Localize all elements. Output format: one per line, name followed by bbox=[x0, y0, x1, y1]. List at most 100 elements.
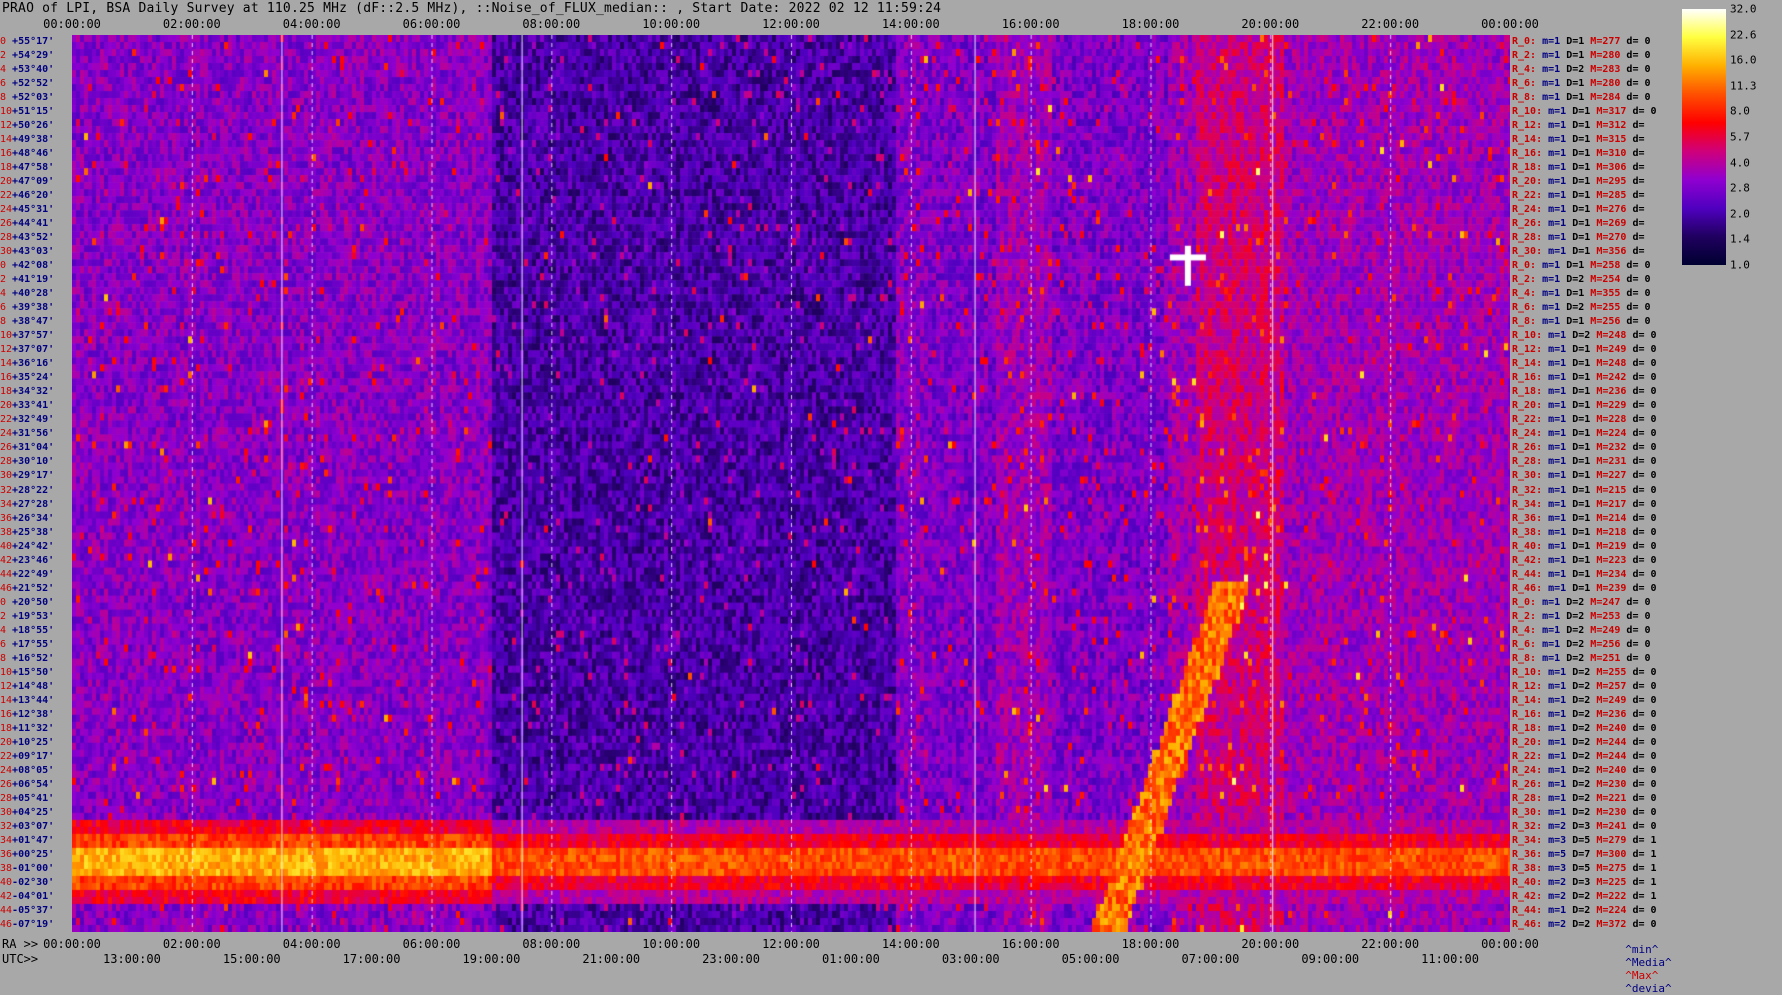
dec-row-label: 10+15°50' bbox=[0, 666, 54, 680]
row-median: D=2 bbox=[1566, 610, 1591, 622]
row-max: M=280 bbox=[1590, 50, 1627, 62]
dec-row-label: 8 +16°52' bbox=[0, 652, 54, 666]
dec-row-label: 4 +18°55' bbox=[0, 624, 54, 638]
heatmap-plot[interactable] bbox=[72, 35, 1510, 932]
beam-index: 20 bbox=[0, 736, 13, 748]
row-stat: R_6: m=1 D=2 M=256 d= 0 bbox=[1512, 638, 1651, 652]
declination: -01°00' bbox=[12, 862, 55, 874]
row-name: R_6: bbox=[1512, 638, 1543, 650]
top-time-axis: 00:00:00 02:00:00 04:00:00 06:00:00 08:00:00… bbox=[0, 17, 1782, 31]
dec-row-label: 4 +53°40' bbox=[0, 63, 54, 77]
beam-index: 44 bbox=[0, 568, 13, 580]
row-min: m=1 bbox=[1548, 540, 1573, 552]
declination: +54°29' bbox=[12, 50, 55, 62]
declination: +43°52' bbox=[12, 232, 55, 244]
beam-index: 12 bbox=[0, 680, 13, 692]
row-min: m=3 bbox=[1548, 834, 1573, 846]
row-stat: R_14: m=1 D=2 M=249 d= 0 bbox=[1512, 694, 1657, 708]
declination: +49°38' bbox=[12, 134, 55, 146]
heatmap-canvas[interactable] bbox=[72, 35, 1510, 932]
row-name: R_44: bbox=[1512, 904, 1549, 916]
beam-index: 2 bbox=[0, 610, 13, 622]
row-dev: d= bbox=[1632, 246, 1645, 258]
row-min: m=1 bbox=[1548, 330, 1573, 342]
row-dev: d= 0 bbox=[1632, 764, 1657, 776]
beam-index: 18 bbox=[0, 722, 13, 734]
row-min: m=1 bbox=[1542, 638, 1567, 650]
declination: +44°41' bbox=[12, 218, 55, 230]
dec-row-label: 26+06°54' bbox=[0, 778, 54, 792]
row-median: D=1 bbox=[1566, 288, 1591, 300]
row-median: D=2 bbox=[1572, 736, 1597, 748]
row-name: R_44: bbox=[1512, 568, 1549, 580]
row-dev: d= bbox=[1632, 134, 1645, 146]
beam-index: 6 bbox=[0, 78, 13, 90]
row-min: m=3 bbox=[1548, 862, 1573, 874]
row-median: D=1 bbox=[1572, 190, 1597, 202]
row-max: M=317 bbox=[1596, 106, 1633, 118]
row-dev: d= 1 bbox=[1632, 834, 1657, 846]
row-min: m=2 bbox=[1548, 820, 1573, 832]
row-median: D=2 bbox=[1566, 638, 1591, 650]
declination: +40°28' bbox=[12, 288, 55, 300]
row-name: R_14: bbox=[1512, 358, 1549, 370]
row-stat: R_4: m=1 D=2 M=283 d= 0 bbox=[1512, 63, 1651, 77]
beam-index: 44 bbox=[0, 904, 13, 916]
row-name: R_36: bbox=[1512, 512, 1549, 524]
row-median: D=1 bbox=[1572, 162, 1597, 174]
row-min: m=1 bbox=[1548, 344, 1573, 356]
row-min: m=1 bbox=[1542, 596, 1567, 608]
row-dev: d= 0 bbox=[1626, 78, 1651, 90]
row-stat: R_12: m=1 D=2 M=257 d= 0 bbox=[1512, 680, 1657, 694]
row-max: M=230 bbox=[1596, 778, 1633, 790]
row-median: D=2 bbox=[1572, 680, 1597, 692]
row-max: M=241 bbox=[1596, 820, 1633, 832]
beam-index: 12 bbox=[0, 120, 13, 132]
row-max: M=310 bbox=[1596, 148, 1633, 160]
declination: +39°38' bbox=[12, 302, 55, 314]
footer-max: ^Max^ bbox=[1625, 969, 1659, 982]
row-min: m=1 bbox=[1548, 176, 1573, 188]
colorbar-tick: 4.0 bbox=[1730, 156, 1750, 170]
declination: +27°28' bbox=[12, 498, 55, 510]
row-stat: R_22: m=1 D=2 M=244 d= 0 bbox=[1512, 750, 1657, 764]
row-dev: d= 0 bbox=[1626, 50, 1651, 62]
ra-tick: 12:00:00 bbox=[762, 937, 820, 951]
declination: -04°01' bbox=[12, 890, 55, 902]
row-dev: d= 0 bbox=[1632, 918, 1657, 930]
row-min: m=1 bbox=[1542, 610, 1567, 622]
declination: +53°40' bbox=[12, 64, 55, 76]
row-stats-labels: R_0: m=1 D=1 M=277 d= 0 R_2: m=1 D=1 M=28… bbox=[1512, 35, 1682, 932]
row-max: M=244 bbox=[1596, 736, 1633, 748]
declination: +47°09' bbox=[12, 176, 55, 188]
utc-tick: 23:00:00 bbox=[702, 952, 760, 966]
row-dev: d= 0 bbox=[1626, 610, 1651, 622]
row-min: m=1 bbox=[1548, 442, 1573, 454]
row-median: D=7 bbox=[1572, 848, 1597, 860]
row-min: m=1 bbox=[1542, 64, 1567, 76]
dec-row-label: 0 +55°17' bbox=[0, 35, 54, 49]
row-name: R_36: bbox=[1512, 848, 1549, 860]
row-max: M=240 bbox=[1596, 722, 1633, 734]
row-median: D=1 bbox=[1572, 232, 1597, 244]
dec-row-label: 6 +17°55' bbox=[0, 638, 54, 652]
row-name: R_30: bbox=[1512, 470, 1549, 482]
row-name: R_6: bbox=[1512, 78, 1543, 90]
declination: +13°44' bbox=[12, 694, 55, 706]
row-max: M=258 bbox=[1590, 260, 1627, 272]
row-stat: R_6: m=1 D=2 M=255 d= 0 bbox=[1512, 301, 1651, 315]
utc-tick: 03:00:00 bbox=[941, 952, 1000, 966]
row-stat: R_34: m=1 D=1 M=217 d= 0 bbox=[1512, 498, 1657, 512]
beam-index: 8 bbox=[0, 316, 13, 328]
dec-row-label: 28+43°52' bbox=[0, 231, 54, 245]
row-name: R_12: bbox=[1512, 680, 1549, 692]
row-name: R_24: bbox=[1512, 204, 1549, 216]
row-dev: d= 0 bbox=[1632, 344, 1657, 356]
row-median: D=2 bbox=[1572, 764, 1597, 776]
colorbar-tick: 16.0 bbox=[1730, 53, 1757, 67]
beam-index: 30 bbox=[0, 806, 13, 818]
row-name: R_34: bbox=[1512, 498, 1549, 510]
declination: +50°26' bbox=[12, 120, 55, 132]
row-max: M=249 bbox=[1596, 344, 1633, 356]
top-time-tick: 08:00:00 bbox=[522, 17, 581, 31]
